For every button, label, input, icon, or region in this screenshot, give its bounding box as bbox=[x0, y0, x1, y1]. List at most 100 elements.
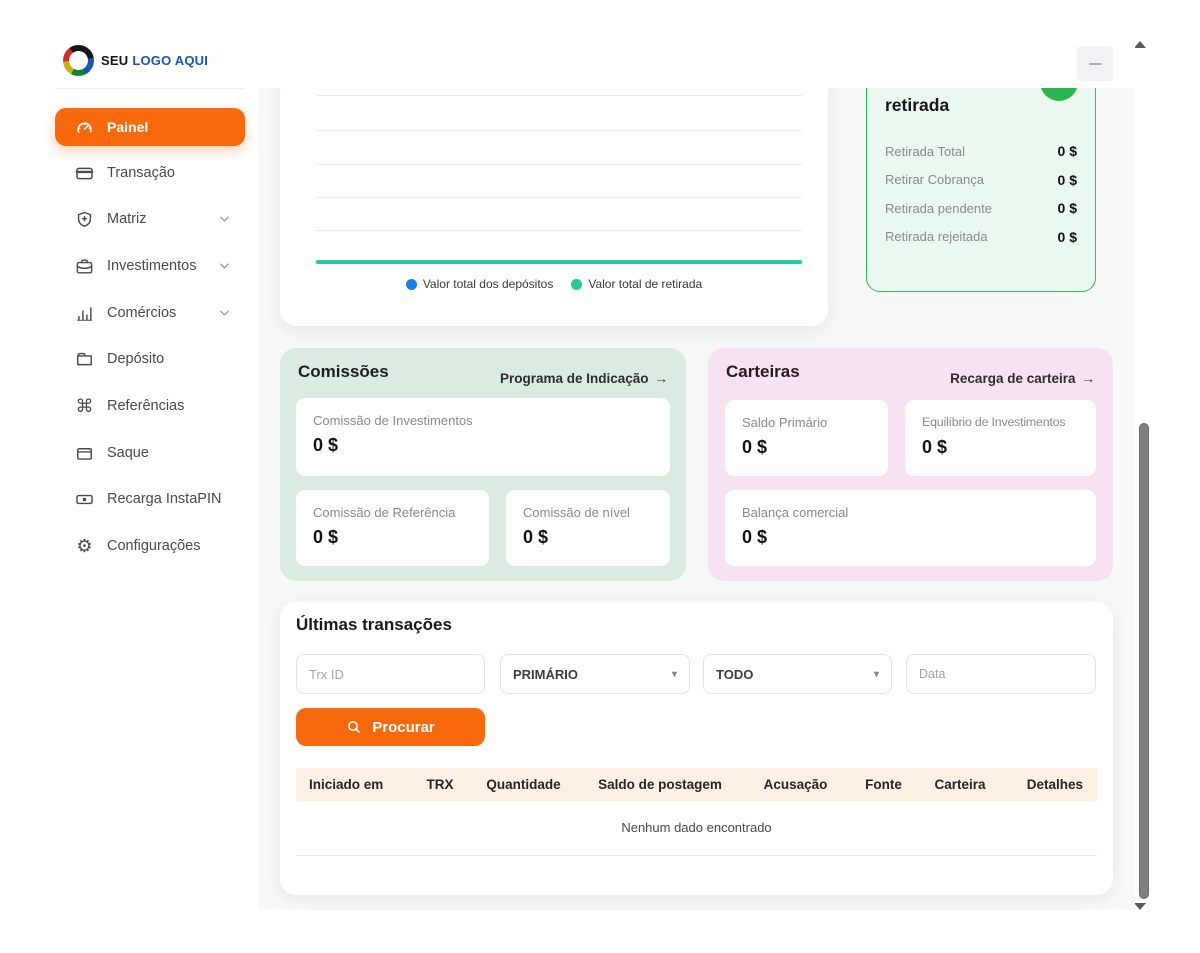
card-label: Balança comercial bbox=[742, 505, 848, 520]
legend-label: Valor total dos depósitos bbox=[423, 277, 554, 291]
search-button-label: Procurar bbox=[372, 719, 435, 736]
withdrawal-rows: Retirada Total 0 $ Retirar Cobrança 0 $ … bbox=[867, 137, 1095, 251]
legend-item-withdrawals[interactable]: Valor total de retirada bbox=[571, 277, 702, 291]
wallets-title: Carteiras bbox=[726, 362, 800, 382]
minus-icon bbox=[1089, 63, 1102, 65]
sidebar-item-label: Matriz bbox=[107, 211, 146, 227]
logo-text: SEU LOGO AQUI bbox=[101, 53, 208, 68]
row-label: Retirada pendente bbox=[885, 201, 992, 216]
sidebar-item-configuracoes[interactable]: ⚙ Configurações bbox=[55, 532, 245, 560]
main-content: Valor total dos depósitos Valor total de… bbox=[258, 88, 1135, 910]
logo[interactable]: SEU LOGO AQUI bbox=[63, 45, 208, 76]
chart-gridline bbox=[316, 197, 802, 198]
sidebar-item-label: Recarga InstaPIN bbox=[107, 491, 221, 507]
type-select[interactable]: TODO ▾ bbox=[703, 654, 892, 694]
date-input[interactable] bbox=[906, 654, 1096, 694]
search-icon bbox=[346, 719, 362, 735]
command-icon: ⌘ bbox=[75, 397, 94, 415]
withdrawal-row: Retirar Cobrança 0 $ bbox=[867, 166, 1095, 195]
sidebar-item-matriz[interactable]: Matriz bbox=[55, 205, 245, 233]
sidebar-item-referencias[interactable]: ⌘ Referências bbox=[55, 392, 245, 420]
card-icon bbox=[1050, 88, 1068, 91]
sidebar-item-label: Comércios bbox=[107, 305, 176, 321]
legend-dot-blue bbox=[406, 279, 417, 290]
commissions-panel: Comissões Programa de Indicação → Comiss… bbox=[280, 348, 686, 581]
sidebar-item-recarga-instapin[interactable]: Recarga InstaPIN bbox=[55, 485, 245, 513]
chart-gridline bbox=[316, 130, 802, 131]
sidebar-item-label: Referências bbox=[107, 398, 184, 414]
withdrawal-row: Retirada pendente 0 $ bbox=[867, 194, 1095, 223]
sidebar: Painel Transação Matriz Investimentos Co… bbox=[55, 88, 245, 910]
legend-item-deposits[interactable]: Valor total dos depósitos bbox=[406, 277, 554, 291]
wallet-card-investment-balance: Equilíbrio de Investimentos 0 $ bbox=[905, 400, 1096, 476]
chevron-down-icon bbox=[217, 259, 232, 274]
arrow-right-icon: → bbox=[1082, 371, 1096, 386]
logo-ring-icon bbox=[63, 45, 94, 76]
trx-id-input[interactable] bbox=[296, 654, 485, 694]
commission-card-investments: Comissão de Investimentos 0 $ bbox=[296, 398, 670, 476]
dashboard-page: SEU LOGO AQUI Painel Transação Matriz In… bbox=[0, 0, 1200, 953]
bar-chart-icon bbox=[75, 304, 94, 323]
withdraw-badge bbox=[1040, 88, 1078, 101]
sidebar-item-comercios[interactable]: Comércios bbox=[55, 299, 245, 327]
table-divider bbox=[296, 855, 1097, 856]
dashboard-icon bbox=[75, 118, 94, 137]
transactions-card: Últimas transações PRIMÁRIO ▾ TODO ▾ Pro… bbox=[280, 602, 1113, 895]
withdrawal-card-title: retirada bbox=[885, 95, 949, 116]
card-value: 0 $ bbox=[523, 527, 548, 548]
gear-icon: ⚙ bbox=[75, 537, 94, 555]
banknote-icon bbox=[75, 490, 94, 509]
sidebar-item-deposito[interactable]: Depósito bbox=[55, 345, 245, 373]
logo-suffix: LOGO AQUI bbox=[132, 53, 208, 68]
collapse-menu-button[interactable] bbox=[1077, 46, 1113, 81]
wallet-select[interactable]: PRIMÁRIO ▾ bbox=[500, 654, 690, 694]
chart-gridline bbox=[316, 164, 802, 165]
search-button[interactable]: Procurar bbox=[296, 708, 485, 746]
table-header-cell: Detalhes bbox=[1000, 777, 1097, 792]
table-header-cell: Acusação bbox=[744, 777, 847, 792]
table-header-cell: Quantidade bbox=[471, 777, 576, 792]
empty-state-text: Nenhum dado encontrado bbox=[280, 820, 1113, 835]
row-label: Retirada rejeitada bbox=[885, 229, 988, 244]
link-label: Recarga de carteira bbox=[950, 371, 1075, 386]
sidebar-item-investimentos[interactable]: Investimentos bbox=[55, 252, 245, 280]
chart-legend: Valor total dos depósitos Valor total de… bbox=[280, 277, 828, 291]
table-header-cell: Iniciado em bbox=[296, 777, 409, 792]
withdrawal-row: Retirada rejeitada 0 $ bbox=[867, 223, 1095, 252]
wallet-card-trade-balance: Balança comercial 0 $ bbox=[725, 490, 1096, 566]
sidebar-item-label: Transação bbox=[107, 165, 175, 181]
row-value: 0 $ bbox=[1058, 172, 1077, 188]
legend-label: Valor total de retirada bbox=[588, 277, 702, 291]
wallet-card-primary: Saldo Primário 0 $ bbox=[725, 400, 888, 476]
table-header-cell: Saldo de postagem bbox=[576, 777, 744, 792]
card-value: 0 $ bbox=[922, 437, 947, 458]
scrollbar-thumb[interactable] bbox=[1139, 423, 1149, 899]
withdrawal-summary-card: retirada Retirada Total 0 $ Retirar Cobr… bbox=[866, 88, 1096, 292]
referral-program-link[interactable]: Programa de Indicação → bbox=[500, 371, 668, 386]
shield-plus-icon bbox=[75, 210, 94, 229]
wallets-panel: Carteiras Recarga de carteira → Saldo Pr… bbox=[708, 348, 1113, 581]
sidebar-item-label: Configurações bbox=[107, 538, 201, 554]
table-header-cell: TRX bbox=[409, 777, 471, 792]
sidebar-item-label: Saque bbox=[107, 445, 149, 461]
commissions-title: Comissões bbox=[298, 362, 389, 382]
deposits-withdrawals-chart-card: Valor total dos depósitos Valor total de… bbox=[280, 88, 828, 326]
scrollbar-down-arrow[interactable] bbox=[1134, 903, 1146, 910]
chevron-down-icon bbox=[217, 212, 232, 227]
link-label: Programa de Indicação bbox=[500, 371, 649, 386]
chart-gridline bbox=[316, 230, 802, 231]
logo-prefix: SEU bbox=[101, 53, 128, 68]
row-value: 0 $ bbox=[1058, 143, 1077, 159]
card-value: 0 $ bbox=[313, 435, 338, 456]
chart-zero-line bbox=[316, 260, 802, 264]
table-header-cell: Fonte bbox=[847, 777, 920, 792]
sidebar-item-saque[interactable]: Saque bbox=[55, 439, 245, 467]
sidebar-item-transacao[interactable]: Transação bbox=[55, 159, 245, 187]
briefcase-icon bbox=[75, 257, 94, 276]
sidebar-item-painel[interactable]: Painel bbox=[55, 108, 245, 146]
transactions-title: Últimas transações bbox=[296, 615, 452, 635]
card-label: Comissão de Referência bbox=[313, 505, 455, 520]
scrollbar-up-arrow[interactable] bbox=[1134, 41, 1146, 48]
transactions-table-header: Iniciado em TRX Quantidade Saldo de post… bbox=[296, 768, 1097, 801]
wallet-topup-link[interactable]: Recarga de carteira → bbox=[950, 371, 1095, 386]
